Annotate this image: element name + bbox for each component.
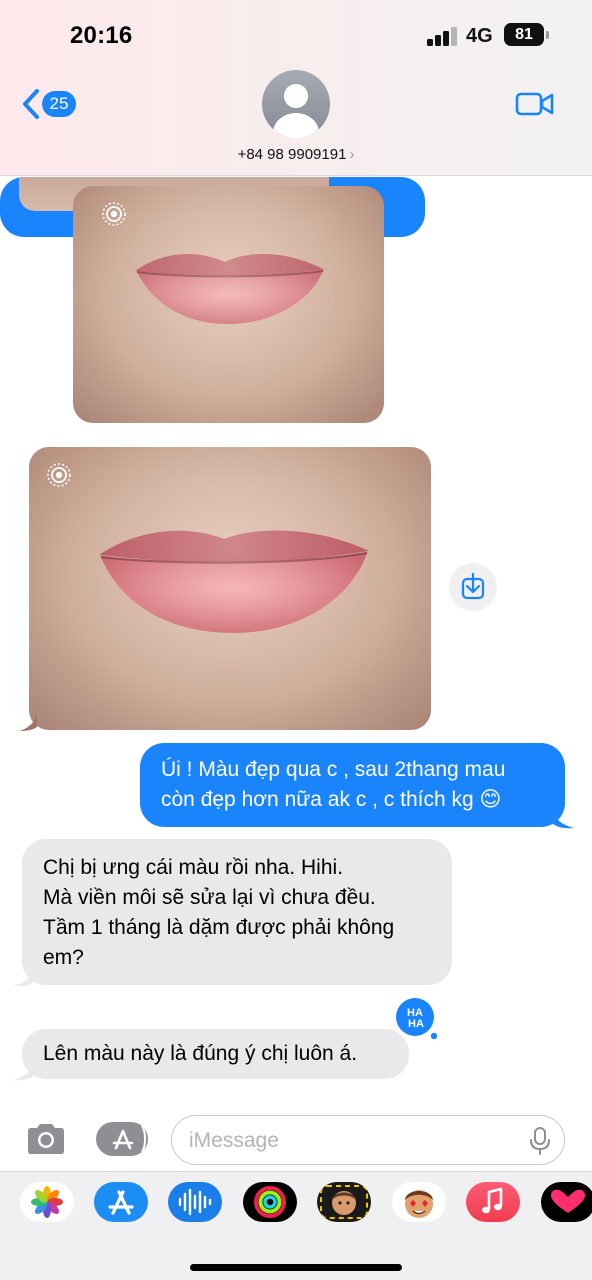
conversation-header: 20:16 4G 81 25 +84 98 9909191 › [0, 0, 592, 176]
status-time: 20:16 [70, 22, 133, 49]
message-line: em? [43, 946, 84, 969]
apps-button[interactable] [96, 1122, 148, 1156]
back-button[interactable]: 25 [20, 86, 82, 122]
camera-icon[interactable] [24, 1122, 68, 1156]
incoming-message-bubble[interactable]: Chị bị ưng cái màu rồi nha. Hihi. Mà viề… [22, 839, 452, 985]
bubble-tail [19, 713, 37, 731]
cellular-signal-icon [427, 26, 457, 46]
message-line: Tầm 1 tháng là dặm được phải không [43, 916, 395, 939]
music-icon[interactable] [466, 1182, 520, 1222]
home-indicator[interactable] [190, 1264, 402, 1271]
bubble-tail [13, 967, 35, 987]
contact-phone: +84 98 9909191 [237, 146, 347, 163]
app-store-icon[interactable] [94, 1182, 148, 1222]
message-line: Chị bị ưng cái màu rồi nha. Hihi. [43, 856, 344, 879]
outgoing-message-bubble[interactable]: Úi ! Màu đẹp qua c , sau 2thang mau còn … [140, 743, 565, 827]
avatar-placeholder-icon [262, 70, 330, 138]
app-store-icon [112, 1125, 146, 1153]
status-bar: 20:16 4G 81 [0, 0, 592, 66]
contact-phone-label: +84 98 9909191 › [220, 146, 372, 163]
memoji-icon[interactable] [317, 1182, 371, 1222]
live-photo-icon [102, 202, 126, 226]
network-type: 4G [466, 25, 493, 47]
battery-icon: 81 [504, 23, 544, 46]
download-icon [461, 572, 485, 600]
contact-info-button[interactable]: +84 98 9909191 › [220, 70, 372, 170]
message-line: Úi ! Màu đẹp qua c , sau 2thang mau [161, 758, 506, 781]
back-chevron-icon [23, 89, 39, 119]
message-field[interactable] [171, 1115, 565, 1165]
save-photo-button[interactable] [449, 563, 497, 611]
message-line: Mà viền môi sẽ sửa lại vì chưa đều. [43, 886, 376, 909]
bubble-tail [13, 1061, 35, 1081]
video-camera-icon[interactable] [515, 91, 555, 117]
app-drawer [0, 1171, 592, 1280]
microphone-icon[interactable] [529, 1127, 551, 1155]
battery-cap [546, 31, 549, 39]
message-line: còn đẹp hơn nữa ak c , c thích kg 😊 [161, 788, 502, 811]
message-input[interactable] [189, 1126, 519, 1156]
audio-message-icon[interactable] [168, 1182, 222, 1222]
bubble-tail [552, 809, 574, 829]
message-input-bar [0, 1107, 592, 1171]
unread-count-badge: 25 [42, 91, 76, 117]
battery-level: 81 [515, 26, 533, 43]
photos-icon[interactable] [20, 1182, 74, 1222]
photo-message[interactable] [73, 186, 384, 423]
live-photo-icon [47, 463, 71, 487]
incoming-message-bubble[interactable]: Lên màu này là đúng ý chị luôn á. [22, 1029, 409, 1079]
message-line: Lên màu này là đúng ý chị luôn á. [43, 1042, 358, 1065]
digital-touch-icon[interactable] [541, 1182, 592, 1222]
photo-message[interactable] [29, 447, 431, 730]
memoji-stickers-icon[interactable] [392, 1182, 446, 1222]
chevron-right-icon: › [349, 146, 355, 163]
svg-text:HA: HA [408, 1018, 424, 1030]
activity-icon[interactable] [243, 1182, 297, 1222]
message-list[interactable]: Úi ! Màu đẹp qua c , sau 2thang mau còn … [0, 177, 592, 1107]
